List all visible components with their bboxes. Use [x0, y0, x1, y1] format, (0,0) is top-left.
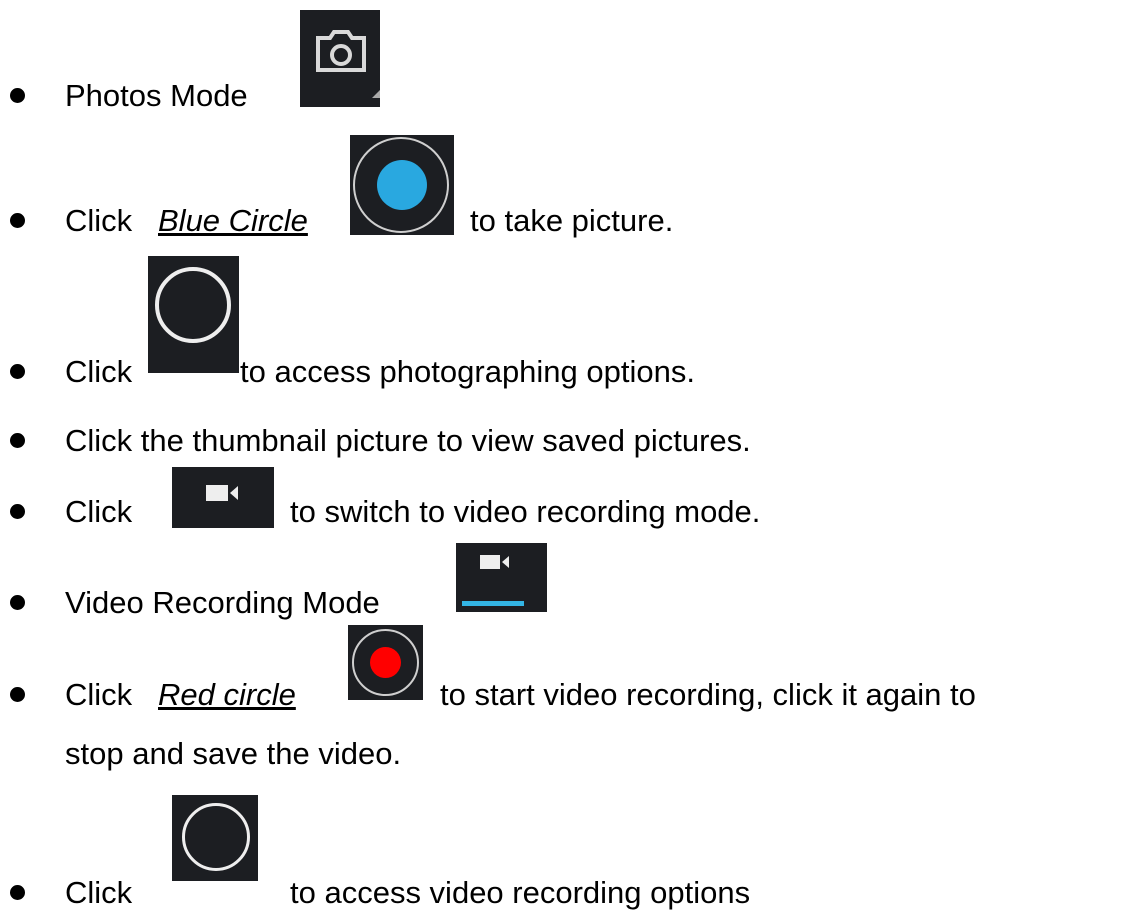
list-item-photos-mode: Photos Mode [0, 0, 1123, 113]
bullet [10, 687, 25, 702]
item-text-before: Click [65, 203, 133, 238]
item-text: Photos Mode [65, 78, 248, 113]
list-item-switch-video: Click to switch to video recording mode. [0, 455, 1123, 535]
bullet [10, 595, 25, 610]
blue-dot [377, 160, 427, 210]
bullet [10, 433, 25, 448]
options-circle-icon [148, 256, 239, 373]
item-text-after: to take picture. [470, 203, 674, 238]
document-page: { "items": [ {"text": "Photos Mode"}, {"… [0, 0, 1123, 910]
list-item-video-mode: Video Recording Mode [0, 540, 1123, 620]
item-text: Click the thumbnail picture to view save… [65, 423, 751, 458]
item-text-after-line1: to start video recording, click it again… [440, 677, 976, 712]
item-text-before: Click [65, 875, 133, 910]
list-item-red-circle: Click Red circle to start video recordin… [0, 620, 1123, 771]
bullet [10, 88, 25, 103]
camera-icon [300, 10, 380, 107]
blue-circle-link: Blue Circle [158, 203, 308, 238]
list-item-thumbnail: Click the thumbnail picture to view save… [0, 380, 1123, 458]
item-text-after: to switch to video recording mode. [290, 494, 761, 529]
item-text-before: Click [65, 677, 133, 712]
red-record-icon [348, 625, 423, 700]
bullet [10, 885, 25, 900]
list-item-blue-circle: Click Blue Circle to take picture. [0, 120, 1123, 238]
video-mode-icon [456, 543, 547, 612]
red-circle-link: Red circle [158, 677, 296, 712]
blue-shutter-icon [350, 135, 454, 235]
bullet [10, 504, 25, 519]
options-ring [155, 267, 231, 343]
item-text-before: Click [65, 494, 133, 529]
options-circle-icon [172, 795, 258, 881]
video-camera-icon [172, 467, 274, 528]
bullet [10, 364, 25, 379]
list-item-video-options: Click to access video recording options [0, 790, 1123, 910]
bullet [10, 213, 25, 228]
list-item-photo-options: Click to access photographing options. [0, 250, 1123, 389]
item-text-after-line2: stop and save the video. [65, 736, 402, 771]
red-dot [370, 647, 401, 678]
item-text-after: to access video recording options [290, 875, 751, 910]
options-ring [182, 803, 250, 871]
item-text: Video Recording Mode [65, 585, 380, 620]
